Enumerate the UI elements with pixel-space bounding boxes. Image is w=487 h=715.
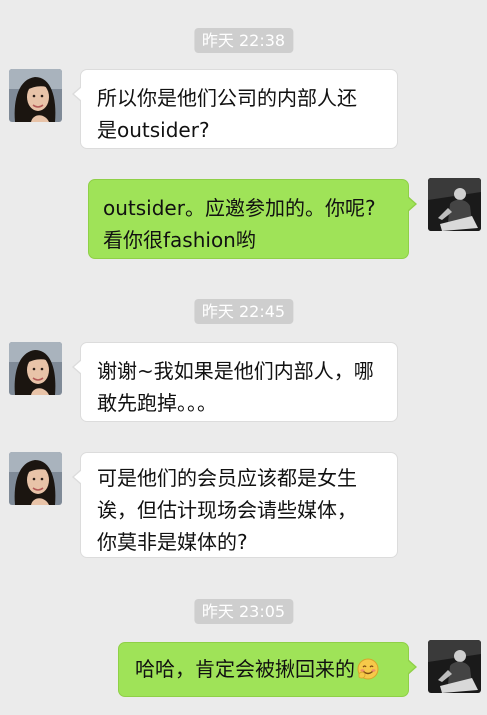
my-avatar-photo-icon [428,640,481,693]
message-text: 哈哈，肯定会被揪回来的 [135,657,355,681]
contact-avatar[interactable] [9,342,62,395]
timestamp-divider: 昨天 22:45 [193,299,294,324]
chat-history: 昨天 22:38 所以你是他们公司的内部人还 是outsider? outsid… [0,0,487,715]
message-bubble-outgoing[interactable]: outsider。应邀参加的。你呢? 看你很fashion哟 [88,179,417,259]
message-bubble-incoming[interactable]: 所以你是他们公司的内部人还 是outsider? [72,69,398,149]
contact-avatar-photo-icon [9,69,62,122]
timestamp-divider: 昨天 23:05 [193,599,294,624]
contact-avatar-photo-icon [9,452,62,505]
my-avatar-photo-icon [428,178,481,231]
my-avatar[interactable] [428,178,481,231]
message-bubble-incoming[interactable]: 可是他们的会员应该都是女生 诶，但估计现场会请些媒体， 你莫非是媒体的? [72,452,398,558]
timestamp-divider: 昨天 22:38 [193,28,294,53]
contact-avatar-photo-icon [9,342,62,395]
contact-avatar[interactable] [9,452,62,505]
message-bubble-outgoing[interactable]: 哈哈，肯定会被揪回来的 [118,642,417,697]
my-avatar[interactable] [428,640,481,693]
message-bubble-incoming[interactable]: 谢谢~我如果是他们内部人，哪 敢先跑掉。。。 [72,342,398,422]
contact-avatar[interactable] [9,69,62,122]
shy-laugh-emoji-icon [357,657,379,689]
